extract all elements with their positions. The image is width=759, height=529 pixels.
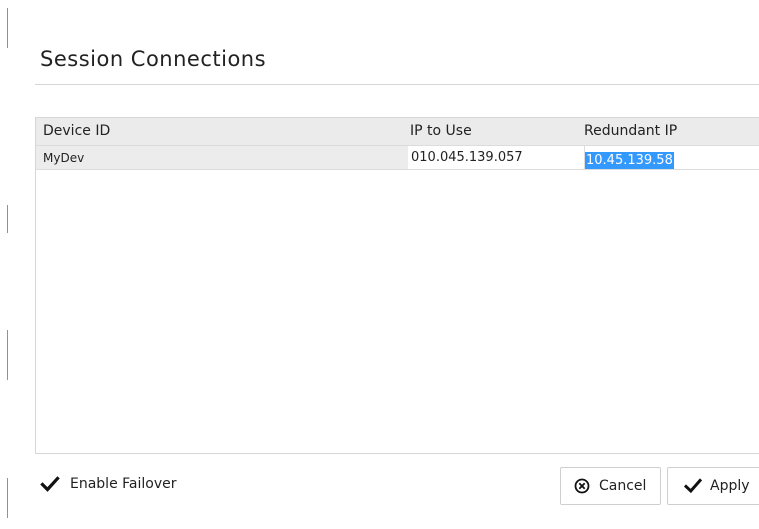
apply-button[interactable]: Apply: [667, 467, 759, 505]
enable-failover-label: Enable Failover: [70, 476, 177, 492]
device-id-cell[interactable]: MyDev: [36, 146, 408, 169]
apply-label: Apply: [710, 478, 750, 494]
grid-header: Device ID IP to Use Redundant IP: [36, 118, 759, 146]
column-header-ip-to-use[interactable]: IP to Use: [410, 123, 472, 139]
session-connections-dialog: Session Connections Device ID IP to Use …: [0, 0, 759, 529]
circle-x-icon: [573, 477, 591, 495]
column-header-device-id[interactable]: Device ID: [43, 123, 110, 139]
page-title: Session Connections: [40, 47, 267, 71]
checkmark-icon: [40, 474, 60, 494]
table-row[interactable]: MyDev 010.045.139.057 10.45.139.58: [36, 146, 759, 170]
window-edge-mark: [7, 478, 8, 518]
checkmark-icon: [684, 477, 702, 495]
title-divider: [35, 84, 759, 85]
window-edge-mark: [7, 8, 8, 48]
enable-failover-checkbox[interactable]: Enable Failover: [40, 474, 176, 494]
connections-grid: Device ID IP to Use Redundant IP MyDev 0…: [35, 117, 759, 454]
cancel-button[interactable]: Cancel: [560, 467, 661, 505]
window-edge-mark: [7, 205, 8, 233]
cancel-label: Cancel: [599, 478, 647, 494]
ip-to-use-cell[interactable]: 010.045.139.057: [408, 146, 584, 169]
redundant-ip-editor[interactable]: 10.45.139.58: [584, 146, 759, 169]
column-header-redundant-ip[interactable]: Redundant IP: [584, 123, 677, 139]
redundant-ip-selected-text[interactable]: 10.45.139.58: [585, 152, 674, 169]
window-edge-mark: [7, 330, 8, 380]
